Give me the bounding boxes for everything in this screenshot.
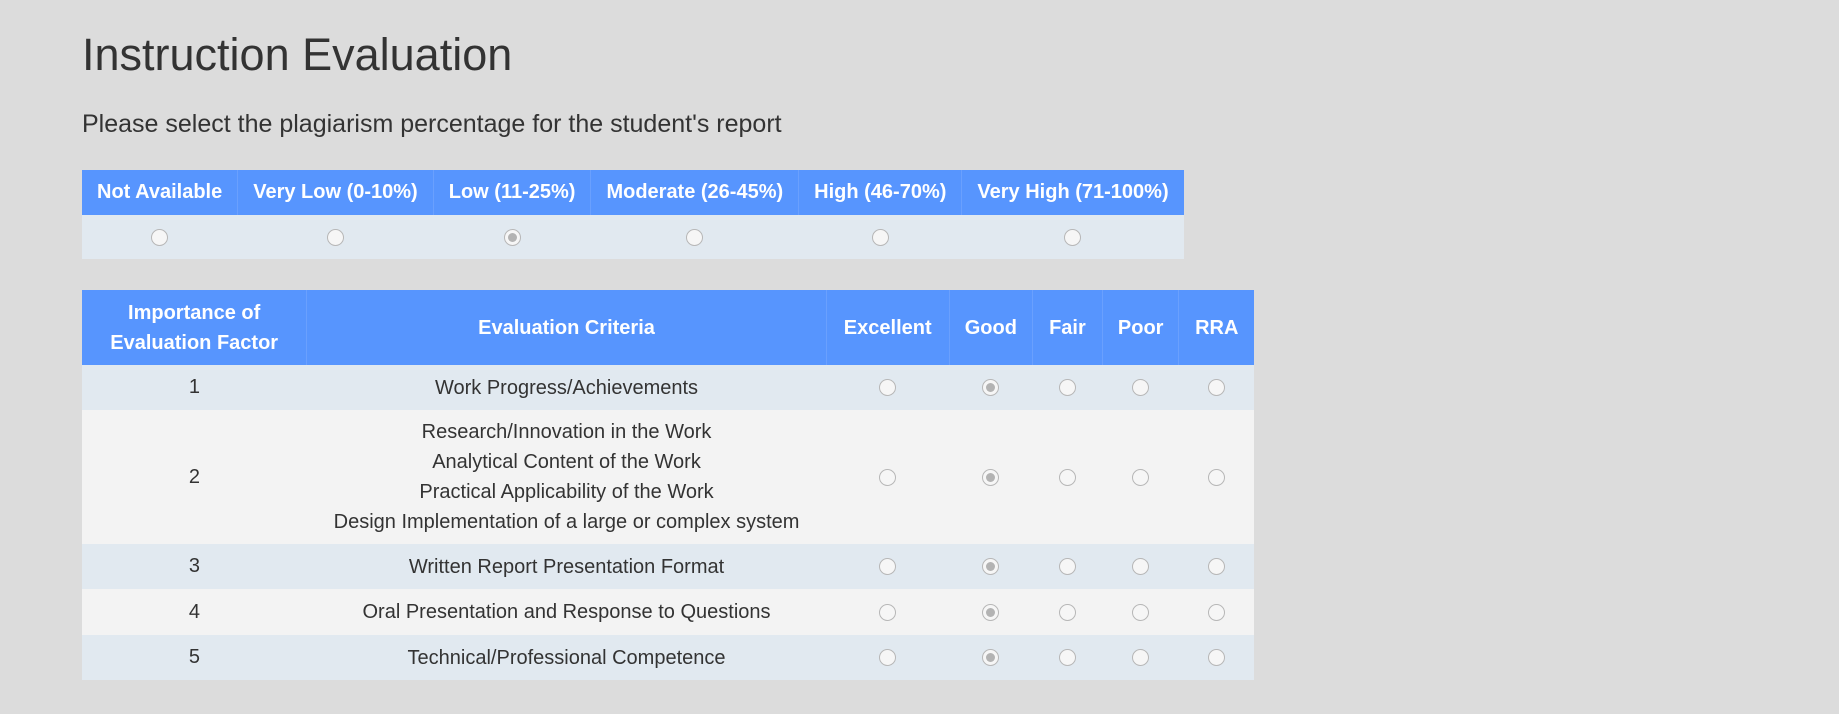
evaluation-row: 2 Research/Innovation in the Work Analytic…	[82, 410, 1254, 544]
importance-value: 5	[82, 635, 307, 680]
importance-value: 2	[82, 410, 307, 544]
rating-radio-excellent[interactable]	[879, 603, 897, 621]
plagiarism-option-label: Very High (71-100%)	[961, 170, 1184, 215]
rating-radio-good[interactable]	[982, 649, 1000, 667]
plagiarism-radio-moderate[interactable]	[686, 228, 704, 246]
rating-header-good: Good	[949, 290, 1033, 365]
rating-header-poor: Poor	[1102, 290, 1180, 365]
rating-radio-poor[interactable]	[1132, 468, 1150, 486]
rating-radio-poor[interactable]	[1132, 649, 1150, 667]
criteria-cell: Oral Presentation and Response to Questi…	[306, 589, 827, 635]
plagiarism-table: Not Available Very Low (0-10%) Low (11-2…	[82, 170, 1184, 259]
criteria-text: Design Implementation of a large or comp…	[333, 511, 800, 533]
rating-radio-fair[interactable]	[1058, 558, 1076, 576]
plagiarism-radio-not-available[interactable]	[151, 228, 169, 246]
criteria-cell: Work Progress/Achievements	[306, 365, 827, 410]
rating-radio-rra[interactable]	[1207, 649, 1225, 667]
plagiarism-radio-row	[82, 215, 1184, 259]
plagiarism-radio-low[interactable]	[503, 228, 521, 246]
plagiarism-option-label: Low (11-25%)	[433, 170, 592, 215]
rating-radio-rra[interactable]	[1207, 558, 1225, 576]
rating-radio-fair[interactable]	[1058, 649, 1076, 667]
importance-value: 4	[82, 589, 307, 635]
plagiarism-header-row: Not Available Very Low (0-10%) Low (11-2…	[82, 170, 1184, 215]
evaluation-row: 1 Work Progress/Achievements	[82, 365, 1254, 410]
rating-header-fair: Fair	[1032, 290, 1103, 365]
criteria-cell: Written Report Presentation Format	[306, 544, 827, 589]
evaluation-row: 4 Oral Presentation and Response to Quest…	[82, 589, 1254, 635]
rating-radio-poor[interactable]	[1132, 558, 1150, 576]
criteria-header: Evaluation Criteria	[306, 290, 827, 365]
importance-header-line: Importance of	[128, 301, 261, 324]
criteria-text: Technical/Professional Competence	[407, 646, 726, 669]
page-title: Instruction Evaluation	[82, 29, 513, 80]
rating-radio-good[interactable]	[982, 558, 1000, 576]
criteria-text: Analytical Content of the Work	[432, 451, 701, 473]
rating-radio-good[interactable]	[982, 468, 1000, 486]
criteria-text: Oral Presentation and Response to Questi…	[362, 601, 771, 623]
importance-header-line: Evaluation Factor	[110, 331, 279, 354]
rating-radio-fair[interactable]	[1058, 468, 1076, 486]
evaluation-header-row: Importance of Evaluation Factor Evaluati…	[82, 290, 1254, 365]
criteria-text: Work Progress/Achievements	[434, 376, 699, 399]
plagiarism-option-label: Moderate (26-45%)	[590, 170, 800, 215]
evaluation-table: Importance of Evaluation Factor Evaluati…	[82, 290, 1254, 680]
plagiarism-option-label: High (46-70%)	[798, 170, 963, 215]
rating-radio-rra[interactable]	[1207, 603, 1225, 621]
criteria-cell: Research/Innovation in the Work Analytica…	[306, 410, 827, 544]
rating-radio-good[interactable]	[982, 379, 1000, 397]
criteria-cell: Technical/Professional Competence	[306, 635, 827, 680]
evaluation-body: 1 Work Progress/Achievements 2 Research/Inn…	[82, 365, 1254, 680]
rating-radio-rra[interactable]	[1207, 379, 1225, 397]
importance-value: 3	[82, 544, 307, 589]
rating-header-excellent: Excellent	[826, 290, 950, 365]
rating-radio-excellent[interactable]	[879, 379, 897, 397]
evaluation-row: 3 Written Report Presentation Format	[82, 544, 1254, 589]
rating-radio-poor[interactable]	[1132, 379, 1150, 397]
plagiarism-option-label: Not Available	[82, 170, 239, 215]
rating-radio-fair[interactable]	[1058, 603, 1076, 621]
plagiarism-option-label: Very Low (0-10%)	[237, 170, 434, 215]
rating-radio-fair[interactable]	[1058, 379, 1076, 397]
rating-header-rra: RRA	[1178, 290, 1254, 365]
plagiarism-radio-very-low[interactable]	[326, 228, 344, 246]
criteria-text: Practical Applicability of the Work	[419, 481, 714, 503]
rating-radio-excellent[interactable]	[879, 558, 897, 576]
plagiarism-radio-high[interactable]	[871, 228, 889, 246]
criteria-text: Written Report Presentation Format	[408, 555, 725, 578]
rating-radio-excellent[interactable]	[879, 468, 897, 486]
rating-radio-poor[interactable]	[1132, 603, 1150, 621]
evaluation-row: 5 Technical/Professional Competence	[82, 635, 1254, 680]
criteria-text: Research/Innovation in the Work	[421, 421, 712, 443]
importance-header: Importance of Evaluation Factor	[82, 290, 308, 365]
page-subtitle: Please select the plagiarism percentage …	[82, 110, 782, 138]
rating-radio-good[interactable]	[982, 603, 1000, 621]
rating-radio-excellent[interactable]	[879, 649, 897, 667]
rating-radio-rra[interactable]	[1207, 468, 1225, 486]
plagiarism-radio-very-high[interactable]	[1064, 228, 1082, 246]
importance-value: 1	[82, 365, 307, 410]
